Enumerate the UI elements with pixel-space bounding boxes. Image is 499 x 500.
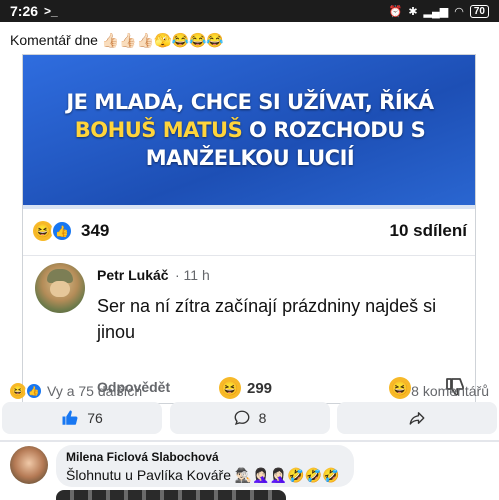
banner-line-3: MANŽELKOU LUCIÍ bbox=[145, 146, 355, 170]
comment-time: · 11 h bbox=[175, 267, 210, 283]
face-shape bbox=[50, 281, 70, 297]
divider bbox=[23, 255, 475, 256]
signal-icon: ▂▄▆ bbox=[423, 5, 449, 18]
comment-count: 8 bbox=[258, 410, 267, 426]
article-banner[interactable]: JE MLADÁ, CHCE SI UŽÍVAT, ŘÍKÁ BOHUŠ MAT… bbox=[23, 55, 475, 205]
share-button[interactable] bbox=[337, 402, 497, 434]
commenter-avatar[interactable] bbox=[35, 263, 85, 313]
reaction-summary[interactable]: 😆 👍 349 bbox=[33, 220, 109, 242]
banner-line-1: JE MLADÁ, CHCE SI UŽÍVAT, ŘÍKÁ bbox=[66, 90, 434, 114]
battery-icon: 70 bbox=[469, 4, 489, 18]
post-meta: 😆 👍 Vy a 75 dalších 8 komentářů bbox=[0, 380, 499, 402]
terminal-icon: >_ bbox=[44, 4, 58, 18]
banner-divider bbox=[23, 205, 475, 209]
banner-highlight: BOHUŠ MATUŠ bbox=[74, 118, 243, 142]
like-button[interactable]: 76 bbox=[2, 402, 162, 434]
bluetooth-icon: ✱ bbox=[408, 5, 418, 18]
reactors-text: Vy a 75 dalších bbox=[47, 383, 143, 399]
post-stats: 😆 👍 349 10 sdílení bbox=[33, 217, 467, 245]
status-bar: 7:26 >_ ⏰ ✱ ▂▄▆ ◠ 70 bbox=[0, 0, 499, 22]
reaction-count: 349 bbox=[81, 221, 110, 240]
comment-image-thumbnail[interactable] bbox=[56, 490, 286, 500]
comment-bubble[interactable]: Milena Ficlová Slabochová Šlohnutu u Pav… bbox=[56, 445, 354, 487]
share-arrow-icon bbox=[409, 412, 425, 425]
haha-reaction-icon: 😆 bbox=[10, 383, 26, 399]
commenter-name[interactable]: Milena Ficlová Slabochová bbox=[66, 450, 344, 464]
like-reaction-icon: 👍 bbox=[51, 220, 73, 242]
comment-bubble-icon bbox=[234, 410, 250, 426]
banner-line-2: BOHUŠ MATUŠ O ROZCHODU S bbox=[74, 118, 426, 142]
post-caption: Komentář dne 👍🏻👍🏻👍🏻🫣😂😂😂 bbox=[10, 32, 224, 48]
post: Komentář dne 👍🏻👍🏻👍🏻🫣😂😂😂 JE MLADÁ, CHCE S… bbox=[0, 22, 499, 440]
like-reaction-icon: 👍 bbox=[25, 382, 43, 400]
commenter-avatar[interactable] bbox=[10, 446, 48, 484]
banner-line-2-rest: O ROZCHODU S bbox=[242, 118, 426, 142]
thumbs-up-icon bbox=[62, 410, 78, 425]
post-actions: 76 8 bbox=[0, 402, 499, 438]
comment-text: Ser na ní zítra začínají prázdniny najde… bbox=[97, 296, 437, 342]
haha-reaction-icon: 😆 bbox=[33, 221, 53, 241]
commenter-name[interactable]: Petr Lukáč bbox=[97, 267, 169, 283]
like-count: 76 bbox=[87, 410, 103, 426]
wifi-icon: ◠ bbox=[454, 5, 464, 18]
comments-count[interactable]: 8 komentářů bbox=[411, 383, 489, 399]
comment-button[interactable]: 8 bbox=[169, 402, 330, 434]
reactors-summary[interactable]: 😆 👍 Vy a 75 dalších bbox=[10, 382, 142, 400]
shared-post-card[interactable]: JE MLADÁ, CHCE SI UŽÍVAT, ŘÍKÁ BOHUŠ MAT… bbox=[22, 54, 476, 404]
comment-item: Milena Ficlová Slabochová Šlohnutu u Pav… bbox=[0, 442, 499, 500]
comment-text: Šlohnutu u Pavlíka Kováře 🕵🏻‍♂️🤦🏻‍♀️🤦🏻‍♀… bbox=[66, 467, 340, 483]
clock: 7:26 bbox=[10, 3, 39, 19]
alarm-icon: ⏰ bbox=[388, 5, 403, 18]
share-count[interactable]: 10 sdílení bbox=[390, 221, 467, 241]
